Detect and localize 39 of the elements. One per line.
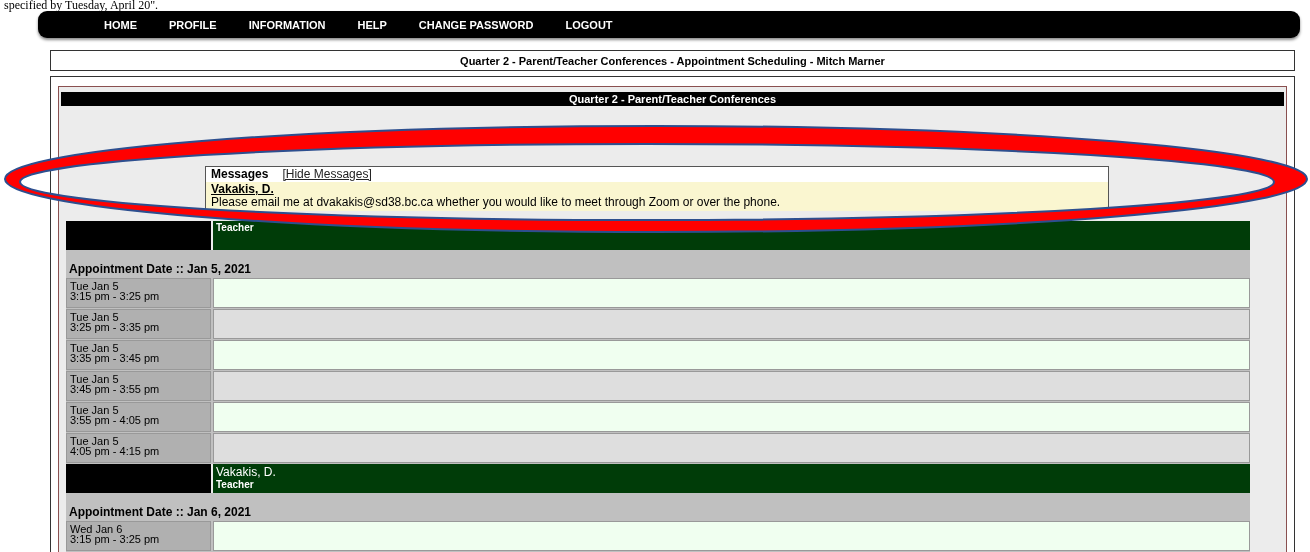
nav-link[interactable]: INFORMATION xyxy=(232,18,342,31)
appointment-cell[interactable] xyxy=(213,309,1250,339)
teacher-role: Teacher xyxy=(216,222,255,233)
appointment-cell[interactable] xyxy=(213,278,1250,308)
slot-time: 3:45 pm - 3:55 pm xyxy=(70,384,161,394)
intro-text: specified by Tuesday, April 20". xyxy=(3,0,159,11)
nav-link[interactable]: HELP xyxy=(341,18,403,31)
slot-day: Tue Jan 5 xyxy=(70,405,207,415)
slot-time: 3:35 pm - 3:45 pm xyxy=(70,353,161,363)
appointment-cell[interactable] xyxy=(213,521,1250,551)
nav-link[interactable]: LOGOUT xyxy=(549,18,629,31)
panel-header: Quarter 2 - Parent/Teacher Conferences xyxy=(61,92,1284,106)
slot-day: Tue Jan 5 xyxy=(70,374,207,384)
teacher-name: Vakakis, D. xyxy=(216,465,277,479)
slot-time: 4:05 pm - 4:15 pm xyxy=(70,446,161,456)
slot-day: Tue Jan 5 xyxy=(70,343,207,353)
slot-time: 3:15 pm - 3:25 pm xyxy=(70,291,161,301)
page-title: Quarter 2 - Parent/Teacher Conferences - Appointment Scheduling - Mitch Marner xyxy=(50,50,1295,71)
nav-link[interactable]: CHANGE PASSWORD xyxy=(402,18,550,31)
slot-time: 3:15 pm - 3:25 pm xyxy=(70,534,161,544)
appointment-cell[interactable] xyxy=(213,340,1250,370)
slot-day: Tue Jan 5 xyxy=(70,281,207,291)
appointment-date-heading: Appointment Date :: Jan 5, 2021 xyxy=(66,250,1250,278)
appointment-cell[interactable] xyxy=(213,371,1250,401)
slot-day: Tue Jan 5 xyxy=(70,312,207,322)
teacher-role: Teacher xyxy=(216,479,255,490)
appointment-cell[interactable] xyxy=(213,433,1250,463)
slot-day: Wed Jan 6 xyxy=(70,524,207,534)
nav-link[interactable]: PROFILE xyxy=(153,18,233,31)
message-text: Please email me at dvakakis@sd38.bc.ca whether you would like to meet through Zoom or over the phone. xyxy=(211,196,782,209)
appointment-date-heading: Appointment Date :: Jan 6, 2021 xyxy=(66,493,1250,521)
messages-title: Messages xyxy=(211,168,269,181)
hide-messages-link[interactable]: [Hide Messages] xyxy=(282,168,372,181)
slot-time: 3:55 pm - 4:05 pm xyxy=(70,415,161,425)
slot-day: Tue Jan 5 xyxy=(70,436,207,446)
appointment-cell[interactable] xyxy=(213,402,1250,432)
nav-link[interactable]: HOME xyxy=(88,18,153,31)
slot-time: 3:25 pm - 3:35 pm xyxy=(70,322,161,332)
message-author: Vakakis, D. xyxy=(211,183,275,196)
